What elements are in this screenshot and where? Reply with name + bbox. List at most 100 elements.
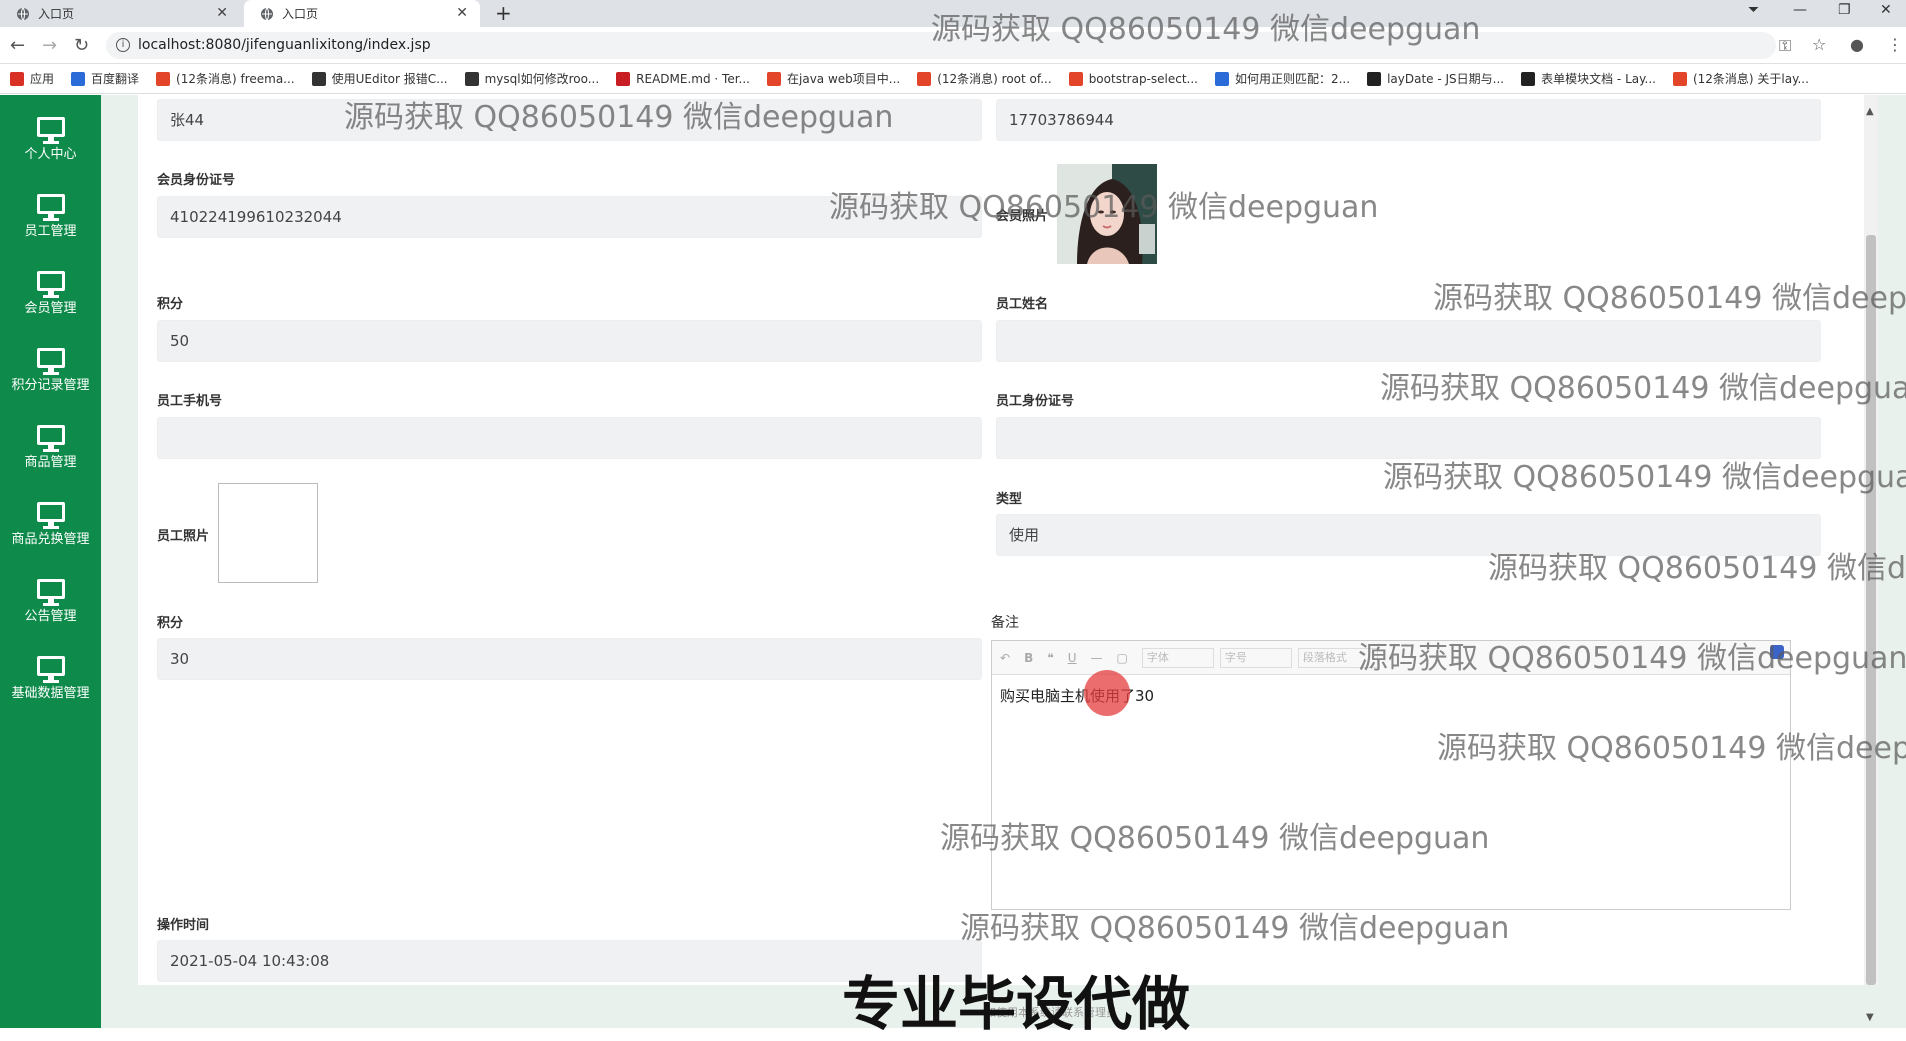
sidebar-item-label: 商品管理 — [24, 455, 77, 470]
url-text: localhost:8080/jifenguanlixitong/index.j… — [138, 37, 431, 53]
sidebar-item[interactable]: 公告管理 — [0, 557, 101, 634]
font-family-select[interactable]: 字体 — [1141, 647, 1214, 668]
close-window-icon[interactable]: ✕ — [1880, 2, 1892, 18]
bookmark-item[interactable]: layDate - JS日期与... — [1367, 70, 1504, 87]
bookmark-item[interactable]: 使用UEditor 报错C... — [311, 70, 448, 87]
layui-icon — [1521, 71, 1536, 86]
close-tab-icon[interactable]: ✕ — [456, 5, 468, 21]
close-tab-icon[interactable]: ✕ — [216, 5, 228, 21]
tab-title: 入口页 — [282, 7, 319, 21]
staff-phone-field[interactable] — [157, 417, 982, 459]
key-icon[interactable]: ⚿ — [1779, 36, 1791, 56]
back-arrow-icon[interactable]: ← — [10, 35, 25, 56]
staff-photo-label: 员工照片 — [157, 529, 210, 544]
remark-label: 备注 — [991, 615, 1019, 631]
browser-menu-icon[interactable]: ⋮ — [1887, 35, 1903, 54]
watermark-text: 源码获取 QQ86050149 微信deepguan — [1380, 371, 1906, 406]
bookmark-item[interactable]: 百度翻译 — [71, 70, 139, 87]
restore-window-icon[interactable]: ❐ — [1838, 2, 1851, 18]
type-value: 使用 — [1009, 526, 1040, 544]
new-tab-button[interactable]: + — [495, 1, 512, 25]
sidebar-item[interactable]: 员工管理 — [0, 172, 101, 249]
bookmark-label: (12条消息) 关于lay... — [1692, 72, 1809, 86]
bold-icon[interactable]: B — [1024, 651, 1033, 665]
bookmark-label: layDate - JS日期与... — [1387, 72, 1505, 86]
sidebar-item-label: 会员管理 — [24, 301, 77, 316]
bookmark-label: bootstrap-select... — [1088, 71, 1198, 86]
page-scrollbar-thumb[interactable] — [1866, 235, 1876, 985]
frame-icon[interactable]: ▢ — [1116, 651, 1127, 665]
bookmark-label: 百度翻译 — [91, 72, 140, 86]
bookmark-label: (12条消息) root of... — [937, 72, 1052, 86]
staff-idcard-label: 员工身份证号 — [996, 394, 1075, 409]
monitor-icon — [36, 579, 65, 606]
sidebar-item[interactable]: 商品管理 — [0, 403, 101, 480]
remark-value: 购买电脑主机使用了30 — [1000, 687, 1155, 705]
member-phone-field[interactable]: 17703786944 — [996, 99, 1821, 141]
tab-title: 入口页 — [38, 7, 75, 21]
bookmark-label: README.md · Ter... — [636, 71, 750, 86]
bookmark-item[interactable]: (12条消息) 关于lay... — [1672, 70, 1809, 87]
underline-icon[interactable]: U — [1068, 651, 1077, 665]
baidu-paw-icon — [1214, 71, 1229, 86]
sidebar-item-label: 员工管理 — [24, 224, 77, 239]
undo-icon[interactable]: ↶ — [1000, 651, 1010, 665]
sidebar-item-label: 个人中心 — [24, 147, 77, 162]
sidebar-item[interactable]: 积分记录管理 — [0, 326, 101, 403]
sidebar-item-label: 积分记录管理 — [11, 378, 90, 393]
bookmark-item[interactable]: bootstrap-select... — [1068, 71, 1198, 86]
apps-grid-icon — [10, 71, 24, 86]
quote-icon[interactable]: ❝ — [1047, 651, 1053, 665]
browser-tab-active[interactable]: 入口页 ✕ — [244, 0, 480, 27]
staff-photo-placeholder[interactable] — [218, 483, 318, 583]
sidebar-item[interactable]: 基础数据管理 — [0, 634, 101, 711]
watermark-text: 源码获取 QQ86050149 微信deepguan — [1488, 551, 1906, 586]
points2-field[interactable]: 30 — [157, 638, 982, 680]
member-idcard-label: 会员身份证号 — [157, 173, 236, 188]
profile-avatar-icon[interactable]: ● — [1850, 35, 1864, 54]
csdn-icon — [767, 71, 781, 86]
bookmark-item[interactable]: 应用 — [10, 70, 54, 87]
staff-name-field[interactable] — [996, 320, 1821, 362]
bookmark-label: 表单模块文档 - Lay... — [1541, 72, 1656, 86]
reload-icon[interactable]: ↻ — [74, 35, 89, 56]
globe-icon — [17, 7, 29, 20]
bookmark-item[interactable]: mysql如何修改roo... — [464, 70, 599, 87]
watermark-text: 源码获取 QQ86050149 微信deepguan — [960, 911, 1510, 946]
member-idcard-value: 410224199610232044 — [170, 208, 342, 226]
watermark-text: 源码获取 QQ86050149 微信deepguan — [344, 100, 894, 135]
type-label: 类型 — [996, 492, 1023, 507]
sidebar-item-label: 商品兑换管理 — [11, 532, 90, 547]
bookmark-item[interactable]: 表单模块文档 - Lay... — [1521, 70, 1656, 87]
monitor-icon — [36, 194, 65, 221]
minimize-window-icon[interactable]: — — [1793, 2, 1807, 18]
csdn-icon — [1672, 71, 1687, 86]
bookmark-item[interactable]: (12条消息) root of... — [917, 70, 1052, 87]
watermark-text: 源码获取 QQ86050149 微信deepguan — [1383, 460, 1906, 495]
bookmark-star-icon[interactable]: ☆ — [1812, 35, 1826, 54]
site-info-icon[interactable]: i — [116, 38, 130, 52]
sidebar-item[interactable]: 个人中心 — [0, 95, 101, 172]
bookmark-item[interactable]: 在java web项目中... — [767, 70, 900, 87]
scroll-down-icon[interactable]: ▼ — [1866, 1012, 1874, 1023]
scroll-up-icon[interactable]: ▲ — [1866, 106, 1874, 117]
promo-overlay-text: 专业毕设代做 — [842, 970, 1191, 1038]
horizontal-rule-icon[interactable]: — — [1090, 651, 1102, 665]
points-field[interactable]: 50 — [157, 320, 982, 362]
staff-name-label: 员工姓名 — [996, 297, 1049, 312]
sidebar-item[interactable]: 商品兑换管理 — [0, 480, 101, 557]
sidebar-item[interactable]: 会员管理 — [0, 249, 101, 326]
bookmark-item[interactable]: (12条消息) freema... — [156, 70, 295, 87]
watermark-text: 源码获取 QQ86050149 微信deepguan — [1433, 281, 1906, 316]
watermark-text: 源码获取 QQ86050149 微信deepguan — [940, 821, 1490, 856]
forward-arrow-icon[interactable]: → — [42, 35, 57, 56]
browser-tab[interactable]: 入口页 ✕ — [0, 0, 240, 27]
time-value: 2021-05-04 10:43:08 — [170, 952, 330, 970]
bookmark-item[interactable]: README.md · Ter... — [616, 71, 750, 86]
bookmark-label: (12条消息) freema... — [176, 72, 295, 86]
font-size-select[interactable]: 字号 — [1219, 647, 1292, 668]
profile-menu-icon[interactable]: ⏷ — [1748, 2, 1759, 18]
layui-icon — [1367, 71, 1382, 86]
watermark-text: 源码获取 QQ86050149 微信deepguan — [829, 190, 1379, 225]
bookmark-item[interactable]: 如何用正则匹配：2... — [1214, 70, 1350, 87]
